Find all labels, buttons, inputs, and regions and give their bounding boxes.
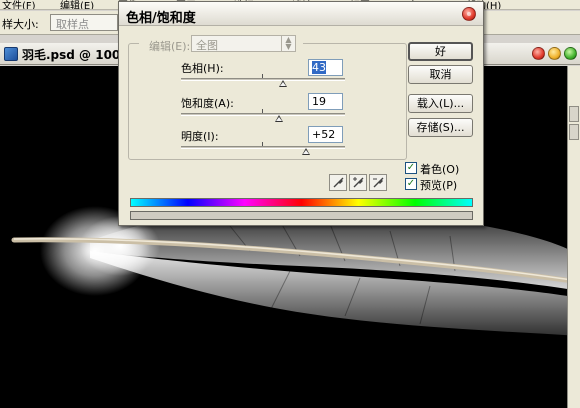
hue-label: 色相(H): [181, 62, 224, 75]
lightness-value: +52 [312, 128, 336, 141]
saturation-input[interactable]: 19 [308, 93, 343, 110]
sample-size-label: 样大小: [2, 18, 39, 31]
load-button[interactable]: 载入(L)... [408, 94, 473, 113]
hue-slider-thumb[interactable] [278, 80, 287, 87]
spectrum-bar [130, 198, 473, 207]
hue-value: 43 [312, 61, 326, 74]
saturation-slider-center-tick [262, 109, 263, 113]
edit-channel-select[interactable]: 全图 ▲ ▼ [191, 35, 296, 52]
dialog-close-button[interactable] [462, 7, 476, 21]
colorize-label: 着色(O) [420, 163, 460, 176]
edit-label: 编辑(E): [149, 40, 191, 53]
close-window-button[interactable] [532, 47, 545, 60]
preview-checkbox[interactable]: ✓ [405, 178, 417, 190]
lightness-label: 明度(I): [181, 130, 219, 143]
lightness-input[interactable]: +52 [308, 126, 343, 143]
eyedropper-icon[interactable] [329, 174, 347, 191]
cancel-button[interactable]: 取消 [408, 65, 473, 84]
minimize-window-button[interactable] [548, 47, 561, 60]
select-arrows-icon: ▲ ▼ [281, 36, 295, 51]
edit-channel-value: 全图 [196, 39, 218, 52]
save-button[interactable]: 存储(S)... [408, 118, 473, 137]
saturation-label: 饱和度(A): [181, 97, 234, 110]
hue-saturation-dialog: 色相/饱和度 编辑(E): 全图 ▲ ▼ 色相(H): 43 饱和度(A): 19… [118, 1, 484, 226]
adjusted-color-bar [130, 211, 473, 220]
saturation-slider-thumb[interactable] [274, 115, 283, 122]
panel-button[interactable] [569, 124, 579, 140]
lightness-slider-track[interactable] [181, 146, 345, 149]
maximize-window-button[interactable] [564, 47, 577, 60]
menu-item[interactable]: 文件(F) [2, 0, 36, 9]
dialog-titlebar: 色相/饱和度 [119, 2, 483, 26]
eyedropper-group [329, 174, 389, 191]
colorize-checkbox[interactable]: ✓ [405, 162, 417, 174]
right-panel-strip [567, 66, 580, 408]
menu-item[interactable]: 编辑(E) [60, 0, 94, 9]
hue-input[interactable]: 43 [308, 59, 343, 76]
hue-slider-track[interactable] [181, 78, 345, 81]
lightness-slider-thumb[interactable] [301, 148, 310, 155]
adjustment-group [128, 43, 407, 160]
hue-slider-center-tick [262, 74, 263, 78]
eyedropper-minus-icon[interactable] [369, 174, 387, 191]
panel-button[interactable] [569, 106, 579, 122]
eyedropper-plus-icon[interactable] [349, 174, 367, 191]
ok-button[interactable]: 好 [408, 42, 473, 61]
dialog-title: 色相/饱和度 [126, 11, 196, 26]
lightness-slider-center-tick [262, 142, 263, 146]
sample-size-select[interactable]: 取样点 [50, 14, 118, 31]
saturation-value: 19 [312, 95, 326, 108]
saturation-slider-track[interactable] [181, 113, 345, 116]
photoshop-doc-icon [4, 47, 18, 61]
preview-label: 预览(P) [420, 179, 458, 192]
